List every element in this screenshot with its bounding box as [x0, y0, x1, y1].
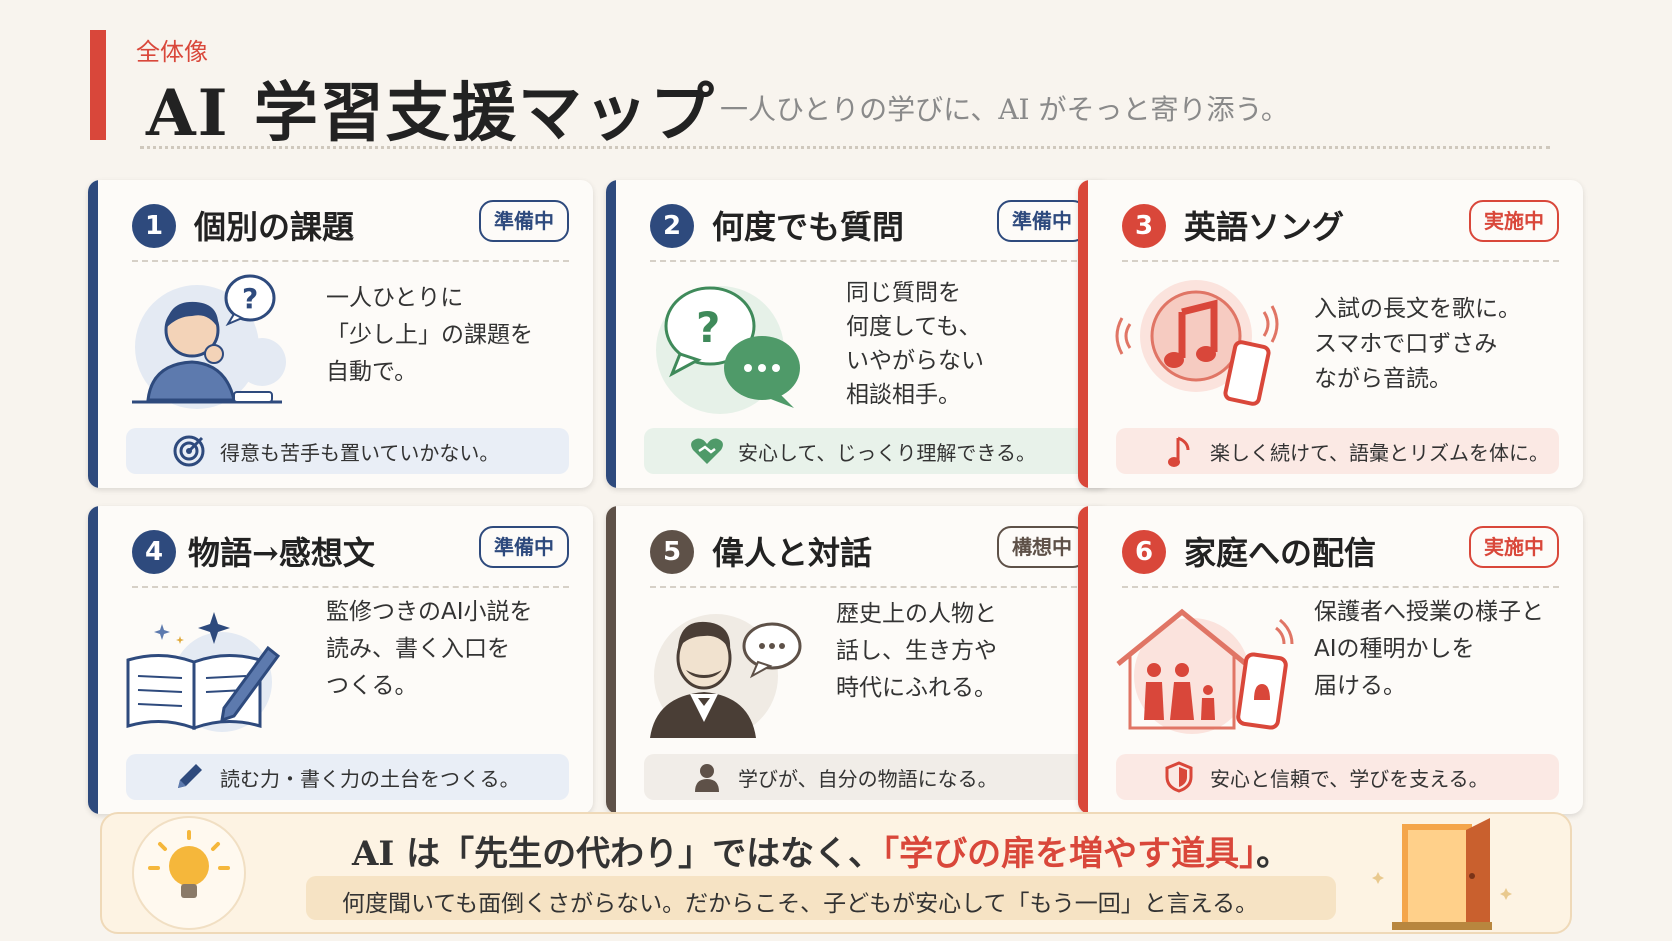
status-badge: 実施中 [1469, 200, 1559, 242]
chat-bubbles-icon: ? [640, 272, 810, 422]
light-bulb-icon [132, 816, 246, 930]
card-footer: 学びが、自分の物語になる。 [644, 754, 1087, 800]
title-accent-bar [90, 30, 106, 140]
card-accent [606, 506, 616, 814]
card-description: 監修つきのAI小説を 読み、書く入口を つくる。 [326, 599, 533, 699]
card-description: 保護者へ授業の様子と AIの種明かしを 届ける。 [1314, 599, 1544, 699]
card-divider [1122, 260, 1559, 262]
card-footer-text: 得意も苦手も置いていかない。 [220, 440, 500, 465]
card-number: 6 [1122, 530, 1166, 574]
card-footer: 得意も苦手も置いていかない。 [126, 428, 569, 474]
card-footer: 安心と信頼で、学びを支える。 [1116, 754, 1559, 800]
status-badge: 準備中 [997, 200, 1087, 242]
card-number: 5 [650, 530, 694, 574]
historical-figure-icon [640, 598, 810, 748]
card-footer-text: 安心して、じっくり理解できる。 [738, 440, 1036, 465]
card-dialogue-greats: 5 偉人と対話 構想中 歴史上の人物と 話し、生き方や 時代にふれる。 学びが、… [606, 506, 1111, 814]
card-footer: 安心して、じっくり理解できる。 [644, 428, 1087, 474]
status-badge: 準備中 [479, 200, 569, 242]
card-story-essay: 4 物語→感想文 準備中 監修つきのAI小説を 読み、書く入口を つくる。 読む… [88, 506, 593, 814]
page-subtitle: 一人ひとりの学びに、AI がそっと寄り添う。 [720, 93, 1289, 126]
person-icon [690, 762, 724, 792]
card-accent [1078, 506, 1088, 814]
target-icon [172, 434, 206, 468]
music-note-icon [1162, 434, 1196, 468]
card-individual-tasks: 1 個別の課題 準備中 ? 一人ひとりに 「少し上」の課題を 自動で。 得意も苦… [88, 180, 593, 488]
card-title: 個別の課題 [194, 208, 355, 246]
card-accent [1078, 180, 1088, 488]
card-accent [606, 180, 616, 488]
home-family-phone-icon [1112, 598, 1294, 748]
card-footer-text: 安心と信頼で、学びを支える。 [1210, 766, 1489, 791]
key-message-sub: 何度聞いても面倒くさがらない。だからこそ、子どもが安心して「もう一回」と言える。 [342, 891, 1259, 917]
card-description: 歴史上の人物と 話し、生き方や 時代にふれる。 [836, 601, 997, 701]
pencil-icon [172, 762, 206, 792]
card-divider [650, 586, 1087, 588]
card-divider [132, 260, 569, 262]
open-door-icon [1366, 806, 1516, 936]
card-footer: 読む力・書く力の土台をつくる。 [126, 754, 569, 800]
status-badge: 準備中 [479, 526, 569, 568]
card-number: 2 [650, 204, 694, 248]
card-title: 家庭への配信 [1184, 534, 1377, 572]
card-title: 何度でも質問 [712, 208, 905, 246]
key-message-sub-box: 何度聞いても面倒くさがらない。だからこそ、子どもが安心して「もう一回」と言える。 [306, 876, 1336, 920]
card-ask-anytime: 2 何度でも質問 準備中 ? 同じ質問を 何度しても、 いやがらない 相談相手。… [606, 180, 1111, 488]
status-badge: 実施中 [1469, 526, 1559, 568]
page-title: AI 学習支援マップ [146, 76, 716, 151]
card-title: 偉人と対話 [712, 534, 873, 572]
key-message: AI は「先生の代わり」ではなく、「学びの扉を増やす道具」。 [352, 826, 1290, 875]
card-number: 3 [1122, 204, 1166, 248]
header-divider [140, 146, 1550, 149]
svg-text:?: ? [696, 303, 720, 352]
card-footer-text: 学びが、自分の物語になる。 [738, 766, 998, 791]
card-description: 同じ質問を 何度しても、 いやがらない 相談相手。 [846, 280, 984, 408]
key-message-part1: AI は「先生の代わり」ではなく、 [352, 834, 883, 874]
status-badge: 構想中 [997, 526, 1087, 568]
card-english-song: 3 英語ソング 実施中 入試の長文を歌に。 スマホで口ずさみ ながら音読。 楽し… [1078, 180, 1583, 488]
key-message-part2: 。 [1256, 834, 1291, 874]
card-divider [650, 260, 1087, 262]
card-title: 英語ソング [1184, 208, 1345, 246]
card-footer-text: 楽しく続けて、語彙とリズムを体に。 [1210, 440, 1549, 465]
music-phone-icon [1112, 272, 1282, 422]
key-message-highlight: 「学びの扉を増やす道具」 [882, 834, 1257, 874]
svg-text:?: ? [242, 282, 258, 315]
card-footer-text: 読む力・書く力の土台をつくる。 [220, 766, 520, 791]
book-pen-icon [122, 598, 292, 748]
card-title: 物語→感想文 [188, 534, 375, 572]
card-number: 4 [132, 530, 176, 574]
card-divider [132, 586, 569, 588]
card-footer: 楽しく続けて、語彙とリズムを体に。 [1116, 428, 1559, 474]
heart-handshake-icon [690, 436, 724, 466]
card-description: 入試の長文を歌に。 スマホで口ずさみ ながら音読。 [1314, 296, 1521, 392]
card-divider [1122, 586, 1559, 588]
card-description: 一人ひとりに 「少し上」の課題を 自動で。 [326, 285, 533, 385]
card-accent [88, 506, 98, 814]
student-thinking-icon: ? [122, 272, 292, 422]
card-home-delivery: 6 家庭への配信 実施中 保護者へ授業の様子と AIの種明かしを 届ける。 安心… [1078, 506, 1583, 814]
card-accent [88, 180, 98, 488]
shield-icon [1162, 761, 1196, 793]
card-number: 1 [132, 204, 176, 248]
